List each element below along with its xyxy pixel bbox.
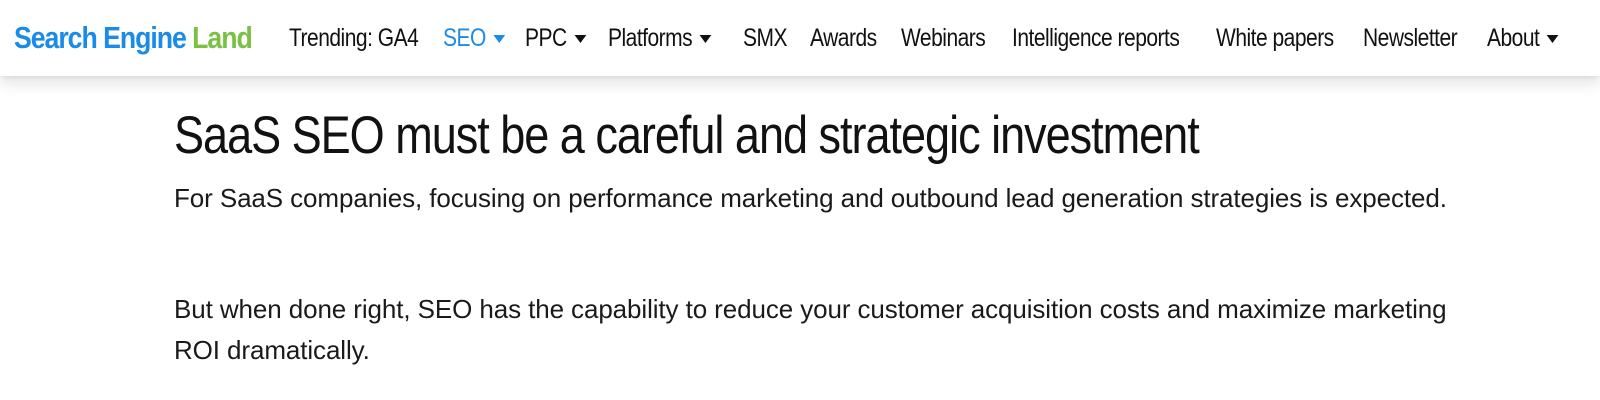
nav-item-webinars[interactable]: Webinars: [901, 18, 986, 58]
nav-item-label: About: [1487, 23, 1540, 52]
main-nav: Trending: GA4 SEO PPC Platforms SMX Awar…: [0, 0, 1600, 76]
nav-item-label: Intelligence reports: [1012, 23, 1180, 52]
nav-item-trending-ga4[interactable]: Trending: GA4: [289, 18, 419, 58]
site-header: Search Engine Land Trending: GA4 SEO PPC…: [0, 0, 1600, 76]
article-paragraph: But when done right, SEO has the capabil…: [174, 294, 1447, 365]
nav-item-ppc[interactable]: PPC: [525, 18, 586, 58]
caret-down-icon: [699, 35, 712, 43]
article-paragraph: For SaaS companies, focusing on performa…: [174, 183, 1447, 213]
nav-item-white-papers[interactable]: White papers: [1216, 18, 1334, 58]
nav-item-label: Trending: GA4: [289, 23, 419, 52]
nav-item-label: Platforms: [608, 23, 693, 52]
nav-item-smx[interactable]: SMX: [743, 18, 788, 58]
nav-item-label: Newsletter: [1363, 23, 1458, 52]
nav-item-label: SMX: [743, 23, 788, 52]
nav-item-label: Awards: [810, 23, 877, 52]
nav-item-intelligence-reports[interactable]: Intelligence reports: [1012, 18, 1180, 58]
caret-down-icon: [1546, 35, 1559, 43]
nav-item-newsletter[interactable]: Newsletter: [1363, 18, 1458, 58]
caret-down-icon: [574, 35, 586, 43]
nav-item-label: White papers: [1216, 23, 1334, 52]
nav-item-awards[interactable]: Awards: [810, 18, 877, 58]
nav-item-label: PPC: [525, 23, 567, 52]
nav-item-label: SEO: [443, 23, 486, 52]
nav-item-label: Webinars: [901, 23, 986, 52]
nav-item-seo[interactable]: SEO: [443, 18, 506, 58]
nav-item-about[interactable]: About: [1487, 18, 1559, 58]
caret-down-icon: [493, 35, 506, 43]
article-headline: SaaS SEO must be a careful and strategic…: [174, 106, 1200, 165]
nav-item-platforms[interactable]: Platforms: [608, 18, 712, 58]
